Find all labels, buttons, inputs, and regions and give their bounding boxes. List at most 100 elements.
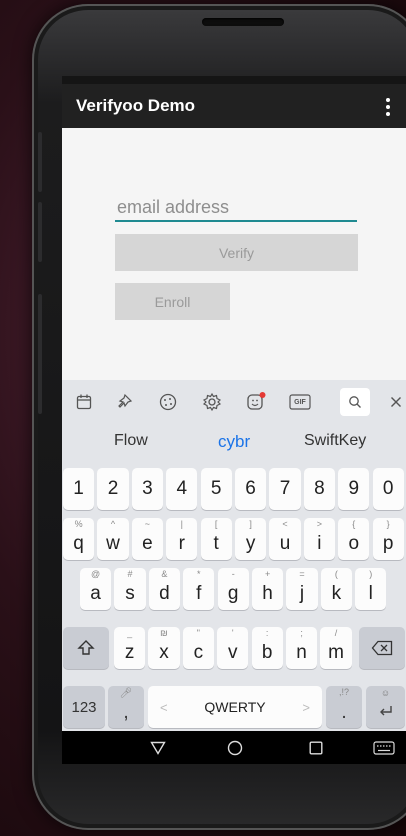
- key-y[interactable]: ] y: [235, 518, 267, 560]
- key-9[interactable]: 9: [338, 468, 370, 510]
- symbols-key-label: 123: [71, 698, 97, 716]
- key-0-label: 0: [382, 478, 394, 499]
- more-vert-icon[interactable]: [380, 96, 396, 118]
- navigation-bar: [62, 731, 406, 764]
- key-n[interactable]: ; n: [286, 627, 318, 669]
- pin-icon[interactable]: [110, 388, 138, 416]
- key-7[interactable]: 7: [269, 468, 301, 510]
- gif-icon[interactable]: GIF: [286, 388, 314, 416]
- key-p[interactable]: } p: [372, 518, 404, 560]
- space-key[interactable]: < QWERTY >: [148, 686, 322, 728]
- key-7-label: 7: [279, 478, 291, 499]
- key-s[interactable]: # s: [114, 568, 146, 610]
- key-v-label: v: [228, 642, 238, 663]
- keyboard: GIF Flow cybr SwiftKey 1 2 3 4 5 6 7 8 9 0% q ^ w ~ e |…: [62, 380, 406, 731]
- status-bar: [62, 76, 406, 84]
- emoji-icon[interactable]: [242, 388, 270, 416]
- settings-icon[interactable]: [198, 388, 226, 416]
- suggestion-right[interactable]: SwiftKey: [304, 432, 366, 450]
- key-2[interactable]: 2: [97, 468, 129, 510]
- key-4[interactable]: 4: [166, 468, 198, 510]
- key-x[interactable]: ₪ x: [148, 627, 180, 669]
- key-1[interactable]: 1: [63, 468, 95, 510]
- key-n-hint: ;: [300, 628, 303, 638]
- sticker-icon[interactable]: [154, 388, 182, 416]
- comma-key[interactable]: 🎤︎ ,: [108, 686, 144, 728]
- key-e[interactable]: ~ e: [131, 518, 163, 560]
- verify-button[interactable]: Verify: [115, 234, 358, 271]
- shift-icon[interactable]: [63, 627, 109, 669]
- key-f[interactable]: * f: [183, 568, 215, 610]
- key-k-hint: (: [334, 569, 338, 579]
- key-o[interactable]: {o: [338, 518, 370, 560]
- key-w-hint: ^: [110, 519, 116, 529]
- key-w-label: w: [106, 533, 120, 554]
- key-e-hint: ~: [144, 519, 151, 529]
- key-g-hint: -: [231, 569, 235, 579]
- key-t[interactable]: [t: [200, 518, 232, 560]
- key-r-hint: |: [180, 519, 183, 529]
- enter-key[interactable]: ☺: [366, 686, 405, 728]
- key-3[interactable]: 3: [131, 468, 163, 510]
- key-l[interactable]: ) l: [355, 568, 387, 610]
- key-m-hint: /: [334, 628, 338, 638]
- search-icon[interactable]: [340, 388, 370, 416]
- key-j[interactable]: = j: [286, 568, 318, 610]
- key-h-label: h: [262, 583, 273, 604]
- key-r[interactable]: | r: [166, 518, 198, 560]
- key-k[interactable]: (k: [320, 568, 352, 610]
- key-p-hint: }: [386, 519, 390, 529]
- key-3-label: 3: [142, 478, 153, 499]
- close-icon[interactable]: [382, 388, 406, 416]
- key-i-hint: >: [316, 519, 323, 529]
- bixby-key: [38, 294, 42, 414]
- key-x-hint: ₪: [160, 628, 168, 638]
- key-q-label: q: [73, 533, 84, 554]
- key-g-label: g: [227, 583, 239, 604]
- key-c[interactable]: " c: [182, 627, 214, 669]
- key-e-label: e: [142, 533, 153, 554]
- key-m[interactable]: / m: [320, 627, 352, 669]
- key-h[interactable]: + h: [252, 568, 284, 610]
- key-i[interactable]: > i: [303, 518, 335, 560]
- space-key-label: QWERTY: [204, 699, 266, 715]
- key-o-hint: {: [352, 519, 356, 529]
- key-6[interactable]: 6: [235, 468, 267, 510]
- key-w[interactable]: ^ w: [97, 518, 129, 560]
- key-u[interactable]: < u: [269, 518, 301, 560]
- key-0[interactable]: 0: [372, 468, 404, 510]
- key-v[interactable]: ' v: [217, 627, 249, 669]
- key-l-hint: ): [369, 569, 373, 579]
- backspace-icon[interactable]: [359, 627, 405, 669]
- back-icon[interactable]: [148, 738, 168, 758]
- key-c-hint: ": [196, 628, 200, 638]
- volume-key: [38, 202, 42, 262]
- key-n-label: n: [296, 642, 307, 663]
- comma-key-label: ,: [123, 702, 129, 723]
- clipboard-icon[interactable]: [70, 388, 98, 416]
- keyboard-switch-icon[interactable]: [372, 738, 396, 758]
- key-a[interactable]: @ a: [80, 568, 112, 610]
- home-icon[interactable]: [225, 738, 245, 758]
- suggestion-center[interactable]: cybr: [218, 432, 250, 452]
- key-a-hint: @: [91, 569, 101, 579]
- key-5[interactable]: 5: [200, 468, 232, 510]
- key-z[interactable]: _ z: [114, 627, 146, 669]
- email-field[interactable]: [115, 194, 357, 220]
- key-p-label: p: [382, 533, 394, 554]
- symbols-key[interactable]: 123: [63, 686, 105, 728]
- key-b[interactable]: :b: [251, 627, 283, 669]
- suggestion-left[interactable]: Flow: [114, 432, 148, 450]
- key-8-label: 8: [314, 478, 325, 499]
- key-q[interactable]: % q: [63, 518, 95, 560]
- key-9-label: 9: [348, 478, 360, 499]
- key-d[interactable]: & d: [148, 568, 180, 610]
- recents-icon[interactable]: [306, 738, 326, 758]
- key-g[interactable]: -g: [217, 568, 249, 610]
- period-key[interactable]: ,!? .: [326, 686, 362, 728]
- key-m-label: m: [328, 642, 344, 663]
- key-u-label: u: [279, 533, 291, 554]
- space-lang-left-icon: <: [160, 699, 168, 715]
- enroll-button[interactable]: Enroll: [115, 283, 230, 320]
- key-8[interactable]: 8: [303, 468, 335, 510]
